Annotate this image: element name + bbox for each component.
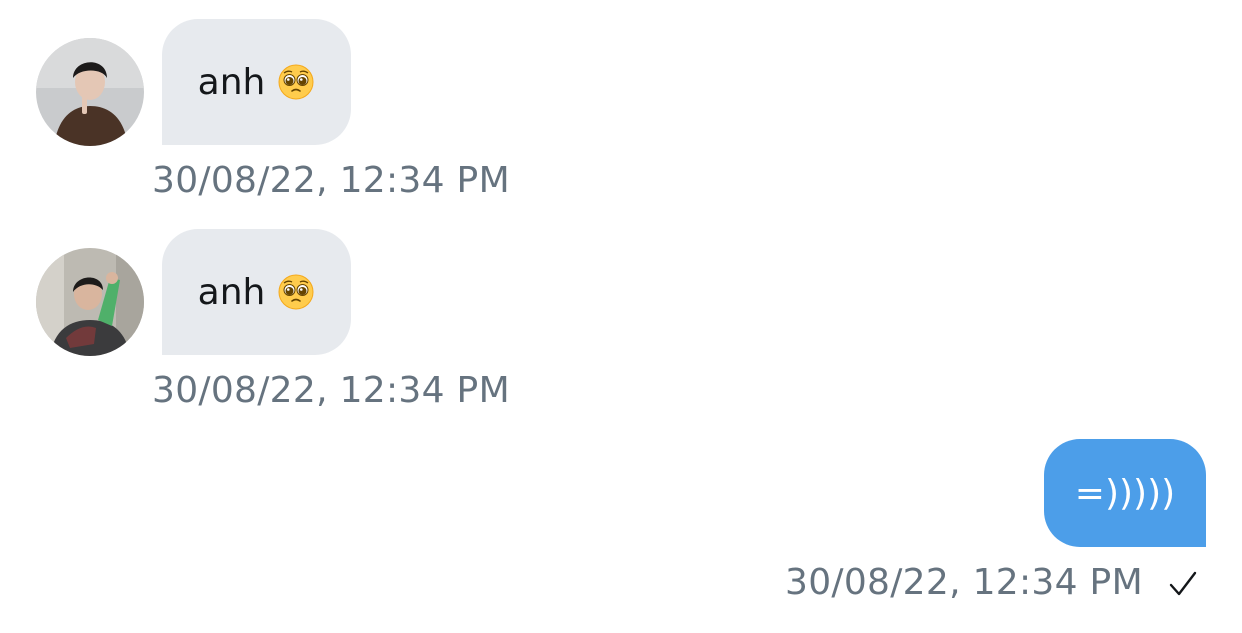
message-bubble[interactable]: anh xyxy=(162,229,351,355)
avatar[interactable] xyxy=(36,248,144,356)
message-text: anh xyxy=(197,271,266,313)
message-bubble[interactable]: anh xyxy=(162,19,351,145)
checkmark-icon xyxy=(1169,571,1197,596)
message-timestamp: 30/08/22, 12:34 PM xyxy=(152,370,510,411)
pleading-face-emoji xyxy=(278,274,314,310)
pleading-face-emoji xyxy=(278,64,314,100)
avatar[interactable] xyxy=(36,38,144,146)
message-bubble[interactable]: =))))) xyxy=(1044,439,1206,547)
message-text: anh xyxy=(197,61,266,103)
message-timestamp: 30/08/22, 12:34 PM xyxy=(152,160,510,201)
avatar-photo-icon xyxy=(36,248,144,356)
message-timestamp: 30/08/22, 12:34 PM xyxy=(785,562,1143,603)
avatar-photo-icon xyxy=(36,38,144,146)
message-text: =))))) xyxy=(1074,472,1176,514)
